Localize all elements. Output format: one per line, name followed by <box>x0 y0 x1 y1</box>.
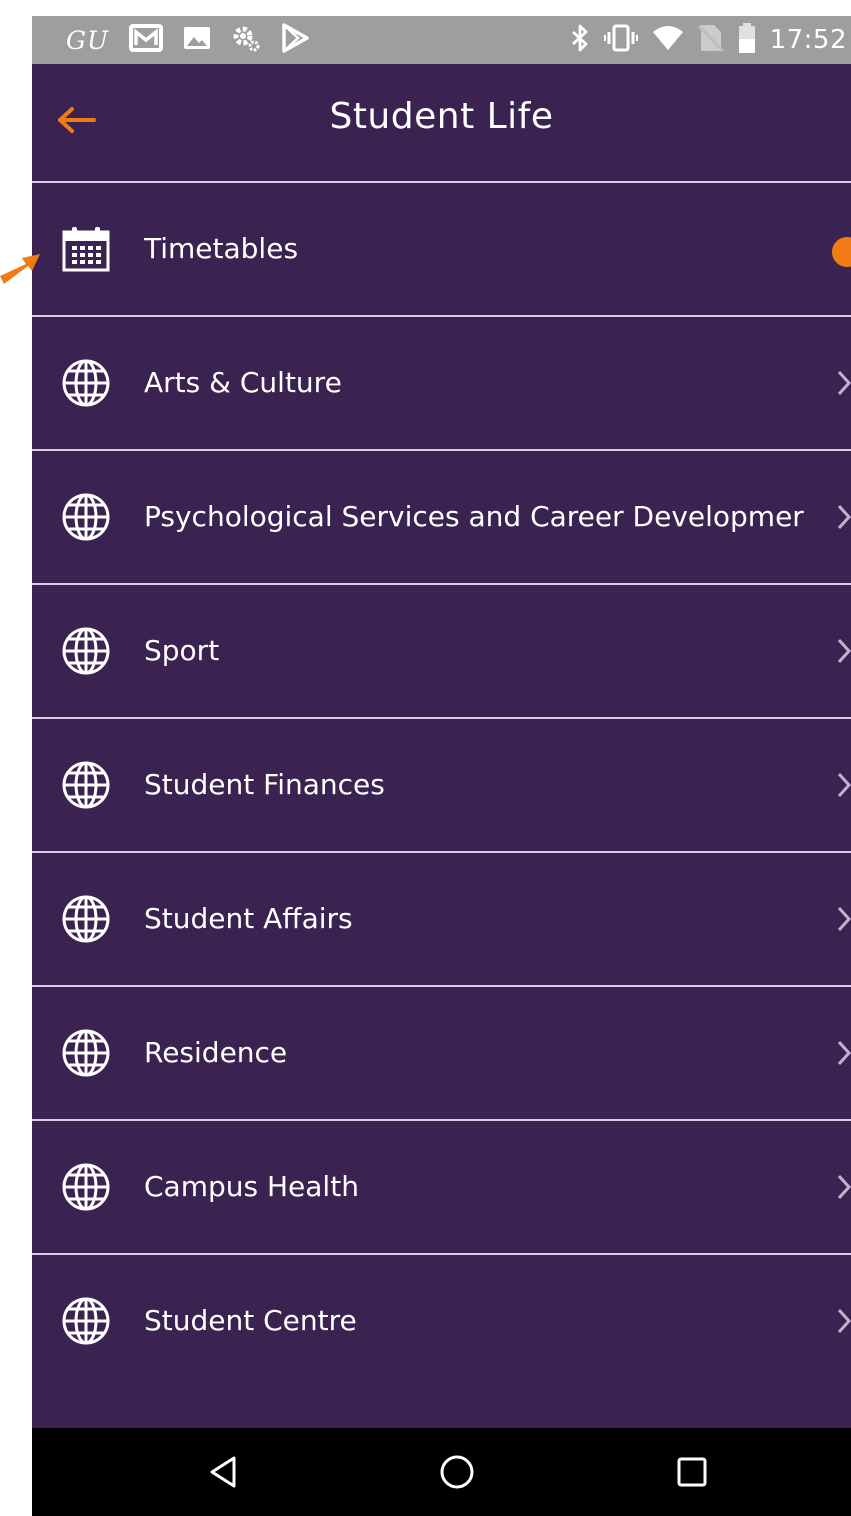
no-sim-icon <box>697 23 724 57</box>
pointer-arrow-icon <box>0 254 40 284</box>
menu-item-label: Student Finances <box>144 768 385 801</box>
chevron-right-icon <box>837 1040 851 1066</box>
battery-icon <box>738 22 756 58</box>
menu-item-timetables[interactable]: Timetables <box>32 183 851 317</box>
globe-icon <box>60 625 112 677</box>
chevron-right-icon <box>837 906 851 932</box>
menu-item-label: Campus Health <box>144 1170 359 1203</box>
menu-item-residence[interactable]: Residence <box>32 987 851 1121</box>
chevron-right-icon <box>837 504 851 530</box>
globe-icon <box>60 893 112 945</box>
menu-item-sport[interactable]: Sport <box>32 585 851 719</box>
bluetooth-icon <box>570 23 590 57</box>
back-triangle-icon[interactable] <box>204 1452 244 1492</box>
calendar-icon <box>60 223 112 275</box>
menu-list: Timetables Arts & Culture Psychological … <box>32 183 851 1387</box>
menu-item-label: Student Affairs <box>144 902 353 935</box>
globe-icon <box>60 1295 112 1347</box>
chevron-right-icon <box>837 772 851 798</box>
image-icon <box>183 24 211 56</box>
system-nav-bar <box>32 1428 851 1516</box>
status-bar: GU 17:52 <box>32 16 851 64</box>
wifi-icon <box>652 24 684 56</box>
menu-item-label: Student Centre <box>144 1304 357 1337</box>
play-store-icon <box>281 23 309 57</box>
menu-item-label: Arts & Culture <box>144 366 342 399</box>
status-time: 17:52 <box>769 25 847 55</box>
menu-item-arts-culture[interactable]: Arts & Culture <box>32 317 851 451</box>
notification-dot <box>832 237 851 267</box>
chevron-right-icon <box>837 1174 851 1200</box>
settings-icon <box>231 23 261 57</box>
recents-square-icon[interactable] <box>672 1452 712 1492</box>
chevron-right-icon <box>837 370 851 396</box>
app-screen: GU 17:52 Student Life Timetables Arts & … <box>32 16 851 1516</box>
menu-item-student-affairs[interactable]: Student Affairs <box>32 853 851 987</box>
menu-item-student-centre[interactable]: Student Centre <box>32 1255 851 1387</box>
app-bar: Student Life <box>32 64 851 183</box>
globe-icon <box>60 759 112 811</box>
globe-icon <box>60 357 112 409</box>
vibrate-icon <box>603 23 638 57</box>
globe-icon <box>60 1161 112 1213</box>
menu-item-label: Residence <box>144 1036 288 1069</box>
home-circle-icon[interactable] <box>437 1452 477 1492</box>
menu-item-campus-health[interactable]: Campus Health <box>32 1121 851 1255</box>
status-bar-right: 17:52 <box>570 22 847 58</box>
carrier-label: GU <box>66 25 110 55</box>
globe-icon <box>60 1027 112 1079</box>
menu-item-label: Psychological Services and Career Develo… <box>144 500 804 533</box>
mail-icon <box>129 23 164 57</box>
menu-item-student-finances[interactable]: Student Finances <box>32 719 851 853</box>
chevron-right-icon <box>837 1308 851 1334</box>
status-bar-left: GU <box>66 22 309 58</box>
menu-item-psychological-services[interactable]: Psychological Services and Career Develo… <box>32 451 851 585</box>
globe-icon <box>60 491 112 543</box>
menu-item-label: Timetables <box>144 232 299 265</box>
menu-item-label: Sport <box>144 634 220 667</box>
page-title: Student Life <box>329 96 554 137</box>
chevron-right-icon <box>837 638 851 664</box>
